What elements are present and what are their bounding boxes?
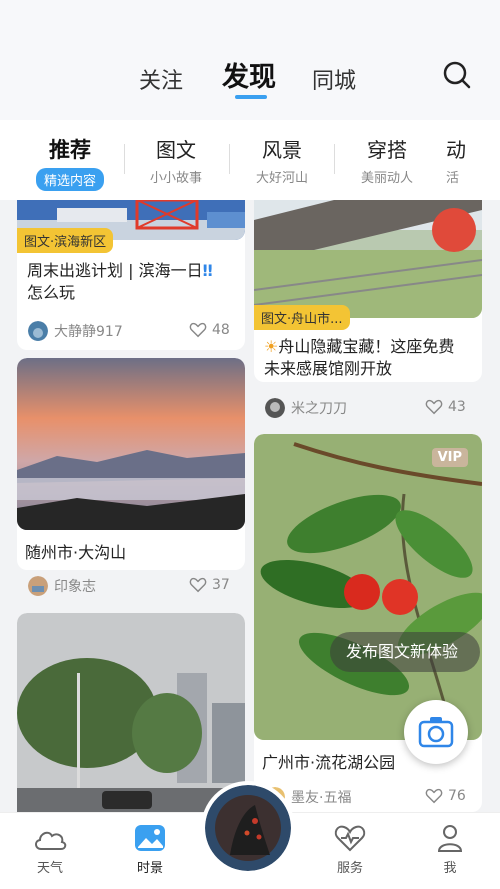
- author-name: 大静静917: [54, 324, 123, 340]
- card-title-line: 未来感展馆刚开放: [264, 359, 393, 378]
- subtab-sublabel: 活: [446, 171, 460, 186]
- subtab-activity[interactable]: 动 活: [446, 134, 486, 186]
- author-name: 墨友·五福: [291, 790, 352, 806]
- camera-icon: [418, 717, 454, 748]
- like-count[interactable]: 76: [425, 787, 466, 805]
- top-tabs: 关注 发现 同城: [0, 55, 500, 105]
- heart-pulse-icon: [334, 825, 366, 852]
- tab-follow[interactable]: 关注: [139, 63, 183, 95]
- cloud-icon: [35, 831, 67, 850]
- publish-hint-bubble[interactable]: 发布图文新体验: [330, 632, 480, 672]
- feed-card[interactable]: [17, 613, 245, 812]
- card-tag: 图文·滨海新区: [17, 228, 114, 253]
- nav-service[interactable]: 服务: [315, 823, 385, 876]
- feed-card[interactable]: 随州市·大沟山: [17, 358, 245, 570]
- subtab-outfit[interactable]: 穿搭 美丽动人: [339, 134, 435, 186]
- nav-label: 时景: [136, 861, 163, 876]
- card-author[interactable]: 大静静917: [28, 321, 123, 341]
- center-photo-button[interactable]: [205, 785, 291, 871]
- likes-value: 48: [212, 322, 230, 338]
- subtab-graphic[interactable]: 图文 小小故事: [128, 134, 224, 186]
- like-count[interactable]: 37: [189, 576, 230, 594]
- double-exclamation-icon: ‼: [202, 261, 213, 280]
- card-image: [17, 358, 245, 530]
- card-title-line: 周末出逃计划 | 滨海一日: [27, 261, 203, 280]
- likes-value: 37: [212, 577, 230, 593]
- divider: [334, 144, 335, 174]
- likes-value: 76: [448, 788, 466, 804]
- subtab-scenery[interactable]: 风景 大好河山: [234, 134, 330, 186]
- author-name: 米之刀刀: [291, 401, 347, 417]
- vip-badge: VIP: [431, 448, 468, 467]
- nav-label: 天气: [36, 861, 63, 876]
- search-icon[interactable]: [440, 58, 474, 92]
- nav-scenery[interactable]: 时景: [115, 823, 185, 876]
- author-name: 印象志: [54, 579, 96, 595]
- card-title: 广州市·流花湖公园: [262, 753, 396, 772]
- tab-discover[interactable]: 发现: [222, 55, 276, 94]
- heart-icon: [189, 577, 207, 593]
- subtab-label: 推荐: [49, 138, 91, 162]
- card-image: [17, 613, 245, 812]
- subtab-label: 动: [446, 138, 466, 162]
- like-count[interactable]: 48: [189, 321, 230, 339]
- active-tab-indicator: [235, 95, 267, 99]
- card-title: 随州市·大沟山: [25, 543, 127, 562]
- avatar: [28, 321, 48, 341]
- subtab-label: 风景: [262, 138, 302, 162]
- nav-label: 我: [443, 861, 457, 876]
- avatar: [265, 398, 285, 418]
- tab-local[interactable]: 同城: [312, 63, 356, 95]
- card-tag: 图文·舟山市...: [254, 305, 350, 330]
- category-tabs: 推荐 精选内容 图文 小小故事 风景 大好河山 穿搭 美丽动人 动 活: [0, 120, 500, 200]
- card-title: 周末出逃计划 | 滨海一日‼ 怎么玩: [27, 260, 239, 304]
- card-title-line: 怎么玩: [27, 283, 76, 302]
- heart-icon: [425, 399, 443, 415]
- subtab-sublabel: 大好河山: [255, 171, 308, 186]
- like-count[interactable]: 43: [425, 398, 466, 416]
- card-title: ☀舟山隐藏宝藏！这座免费 未来感展馆刚开放: [264, 336, 476, 380]
- subtab-recommend[interactable]: 推荐 精选内容: [22, 134, 118, 191]
- publish-camera-button[interactable]: [404, 700, 468, 764]
- top-header: 关注 发现 同城: [0, 0, 500, 120]
- divider: [229, 144, 230, 174]
- nav-label: 服务: [336, 861, 363, 876]
- center-photo-icon: [205, 785, 291, 871]
- divider: [124, 144, 125, 174]
- card-image: [254, 200, 482, 318]
- subtab-label: 穿搭: [367, 138, 407, 162]
- person-icon: [437, 825, 463, 852]
- card-author[interactable]: 印象志: [28, 576, 96, 596]
- likes-value: 43: [448, 399, 466, 415]
- sun-icon: ☀: [264, 337, 279, 356]
- subtab-label: 图文: [156, 138, 196, 162]
- feed-card[interactable]: 图文·舟山市... ☀舟山隐藏宝藏！这座免费 未来感展馆刚开放: [254, 200, 482, 382]
- photo-icon: [135, 825, 165, 851]
- status-bar: [0, 0, 500, 30]
- avatar: [28, 576, 48, 596]
- nav-weather[interactable]: 天气: [15, 823, 85, 876]
- heart-icon: [189, 322, 207, 338]
- heart-icon: [425, 788, 443, 804]
- card-image: [254, 434, 482, 740]
- nav-me[interactable]: 我: [415, 823, 485, 876]
- subtab-sublabel: 美丽动人: [360, 171, 413, 186]
- subtab-sublabel: 小小故事: [149, 171, 202, 186]
- card-title-line: 舟山隐藏宝藏！这座免费: [278, 337, 455, 356]
- subtab-sublabel: 精选内容: [35, 168, 104, 191]
- card-author[interactable]: 米之刀刀: [265, 398, 347, 418]
